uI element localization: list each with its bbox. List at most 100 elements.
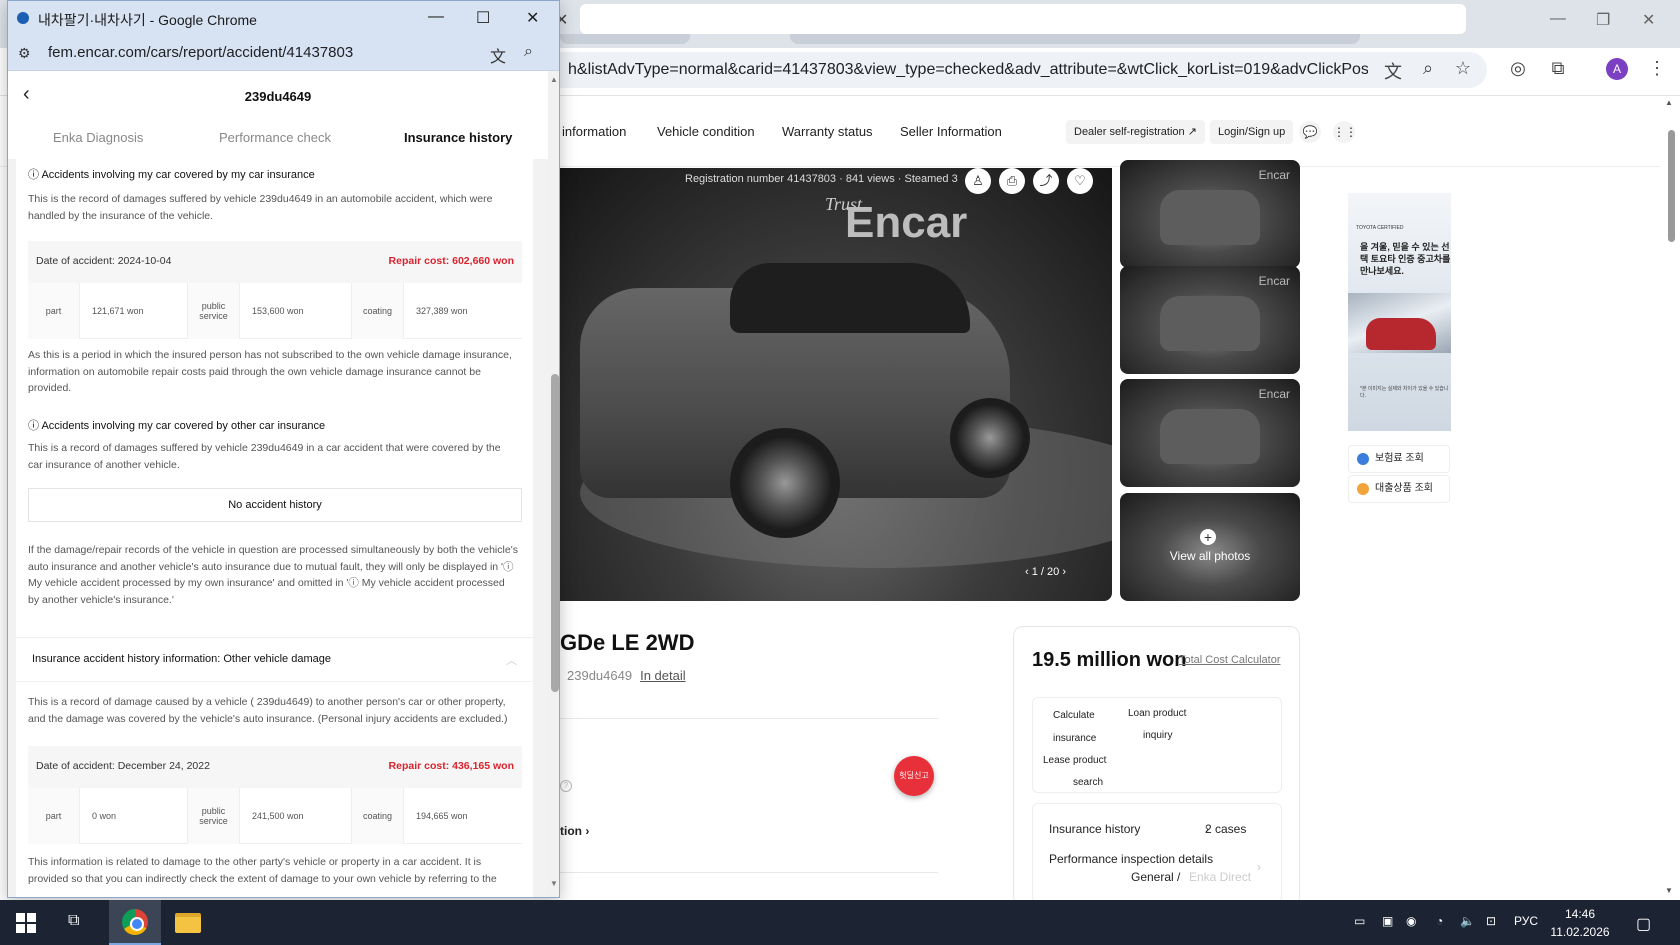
battery-icon[interactable]: ▭ — [1354, 914, 1365, 928]
insurance-premium-link[interactable]: 보험료 조회 — [1348, 445, 1450, 473]
scroll-down-arrow[interactable]: ▼ — [550, 879, 558, 888]
photo-pager[interactable]: ‹ 1 / 20 › — [1025, 566, 1066, 578]
close-window-icon[interactable]: ✕ — [1642, 10, 1655, 30]
tray-app-icon[interactable]: ◉ — [1406, 914, 1416, 928]
favorite-heart-icon[interactable]: ♡ — [1067, 168, 1093, 194]
nav-vehicle-condition[interactable]: Vehicle condition — [657, 124, 755, 139]
bookmark-star-icon[interactable]: ☆ — [1451, 58, 1475, 79]
apps-grid-icon[interactable]: ⋮⋮ — [1333, 121, 1357, 143]
section-description: This is the record of damages suffered b… — [28, 193, 493, 222]
service-label: public service — [188, 788, 240, 844]
notifications-icon[interactable]: ▢ — [1636, 914, 1651, 934]
view-all-photos-button[interactable]: + View all photos — [1120, 493, 1300, 601]
language-indicator[interactable]: РУС — [1514, 914, 1538, 928]
car-subtitle: 239du4649 In detail — [567, 668, 686, 683]
own-insurance-card: ⓘ Accidents involving my car covered by … — [16, 159, 533, 637]
other-vehicle-damage-title: Insurance accident history information: … — [32, 653, 331, 665]
loan-product-inquiry-label[interactable]: inquiry — [1143, 730, 1172, 741]
maximize-icon[interactable]: ☐ — [476, 8, 490, 28]
tray-app-icon[interactable]: ▣ — [1382, 914, 1393, 928]
loan-product-inquiry-button[interactable]: Loan product — [1128, 708, 1186, 719]
site-settings-icon[interactable]: ⚙ — [18, 45, 31, 62]
task-view-icon[interactable]: ⧉ — [68, 912, 79, 930]
system-clock[interactable]: 14:46 11.02.2026 — [1540, 905, 1620, 941]
section-fragment[interactable]: tion › — [560, 824, 589, 838]
zoom-icon[interactable]: ⌕ — [1416, 58, 1440, 79]
extensions-icon[interactable]: ⧉ — [1546, 58, 1570, 79]
section-description: This is a record of damage caused by a v… — [28, 696, 508, 725]
thumbnail[interactable]: Encar — [1120, 160, 1300, 268]
volume-muted-icon[interactable]: 🔈 — [1460, 914, 1475, 928]
chrome-taskbar-icon[interactable] — [109, 900, 161, 945]
file-explorer-taskbar-icon[interactable] — [162, 900, 214, 945]
divider — [560, 718, 938, 719]
scroll-down-arrow[interactable]: ▼ — [1665, 886, 1673, 895]
section-fragment-label: tion — [560, 824, 582, 838]
scroll-up-arrow[interactable]: ▲ — [550, 75, 558, 84]
report-icon[interactable]: ♙ — [965, 168, 991, 194]
service-value: 153,600 won — [240, 283, 352, 339]
tab-performance-check[interactable]: Performance check — [219, 130, 331, 145]
zoom-icon[interactable]: ⌕ — [524, 43, 533, 61]
in-detail-link[interactable]: In detail — [640, 668, 686, 683]
chevron-up-icon[interactable]: ︿ — [506, 652, 517, 668]
share-icon[interactable]: ⤴ — [1033, 168, 1059, 194]
lease-product-search-button[interactable]: Lease product — [1043, 755, 1106, 766]
tab-enka-diagnosis[interactable]: Enka Diagnosis — [53, 130, 143, 145]
thumb-watermark: Encar — [1258, 387, 1290, 401]
restore-icon[interactable]: ❐ — [1596, 10, 1610, 30]
general-link[interactable]: General — [1131, 870, 1174, 884]
scroll-up-arrow[interactable]: ▲ — [1665, 98, 1673, 107]
popup-scrollbar-thumb[interactable] — [551, 374, 559, 692]
login-signup-button[interactable]: Login/Sign up — [1210, 120, 1294, 144]
ad-car-image — [1366, 318, 1436, 350]
tab-insurance-history[interactable]: Insurance history — [404, 130, 512, 145]
insurance-history-link[interactable]: Insurance history — [1049, 822, 1140, 836]
minimize-icon[interactable]: — — [428, 8, 444, 26]
calculate-insurance-button[interactable]: Calculate — [1053, 710, 1095, 721]
lease-product-search-label[interactable]: search — [1073, 777, 1103, 788]
chat-icon[interactable]: 💬 — [1299, 121, 1321, 143]
loan-product-link[interactable]: 대출상품 조회 — [1348, 475, 1450, 503]
report-fraud-button[interactable]: 헛딜신고 — [894, 756, 934, 796]
main-car-photo[interactable]: Trust Encar Registration number 41437803… — [560, 168, 1112, 601]
thumbnail[interactable]: Encar — [1120, 379, 1300, 487]
nav-information[interactable]: information — [562, 124, 626, 139]
globe-icon[interactable]: ◎ — [1506, 58, 1530, 79]
address-url[interactable]: h&listAdvType=normal&carid=41437803&view… — [568, 61, 1368, 79]
dealer-self-registration-button[interactable]: Dealer self-registration ↗ — [1066, 120, 1205, 144]
windows-start-icon[interactable] — [16, 913, 36, 933]
insurance-cases[interactable]: 2 cases › — [1205, 822, 1246, 836]
tab-shape — [560, 34, 690, 44]
wifi-icon[interactable]: ◔ — [1436, 914, 1443, 928]
other-vehicle-damage-header[interactable]: Insurance accident history information: … — [16, 637, 533, 681]
minimize-icon[interactable]: — — [1550, 10, 1566, 28]
translate-icon[interactable]: 文 — [490, 43, 506, 67]
popup-title: 내차팔기·내차사기 - Google Chrome — [38, 12, 257, 28]
thumb-car — [1160, 409, 1260, 464]
close-window-icon[interactable]: ✕ — [526, 8, 539, 28]
part-value: 0 won — [80, 788, 188, 844]
section-note: This information is related to damage to… — [28, 856, 497, 885]
total-cost-calculator-link[interactable]: Total Cost Calculator — [1179, 654, 1281, 666]
profile-avatar[interactable]: A — [1606, 58, 1628, 80]
other-vehicle-damage-card: This is a record of damage caused by a v… — [16, 682, 533, 897]
help-icon[interactable]: ? — [560, 780, 572, 792]
advertisement-banner[interactable]: TOYOTA CERTIFIED 올 겨울, 믿을 수 있는 선택 토요타 인증… — [1348, 193, 1451, 431]
popup-address-bar[interactable]: ⚙ fem.encar.com/cars/report/accident/414… — [8, 35, 559, 71]
network-icon[interactable]: ⊡ — [1486, 914, 1496, 928]
performance-inspection-link[interactable]: Performance inspection details — [1049, 852, 1213, 866]
page-scrollbar-thumb[interactable] — [1668, 130, 1675, 242]
nav-seller-information[interactable]: Seller Information — [900, 124, 1002, 139]
translate-icon[interactable]: 文 — [1381, 58, 1405, 84]
coating-label: coating — [352, 788, 404, 844]
active-tab[interactable] — [580, 4, 1466, 34]
enka-direct-link[interactable]: Enka Direct — [1189, 870, 1251, 884]
print-icon[interactable]: ⎙ — [999, 168, 1025, 194]
calculate-insurance-label[interactable]: insurance — [1053, 733, 1096, 744]
menu-kebab-icon[interactable]: ⋮ — [1645, 58, 1669, 79]
nav-warranty-status[interactable]: Warranty status — [782, 124, 873, 139]
popup-url[interactable]: fem.encar.com/cars/report/accident/41437… — [48, 44, 353, 61]
coating-value: 194,665 won — [416, 811, 468, 821]
thumbnail[interactable]: Encar — [1120, 266, 1300, 374]
